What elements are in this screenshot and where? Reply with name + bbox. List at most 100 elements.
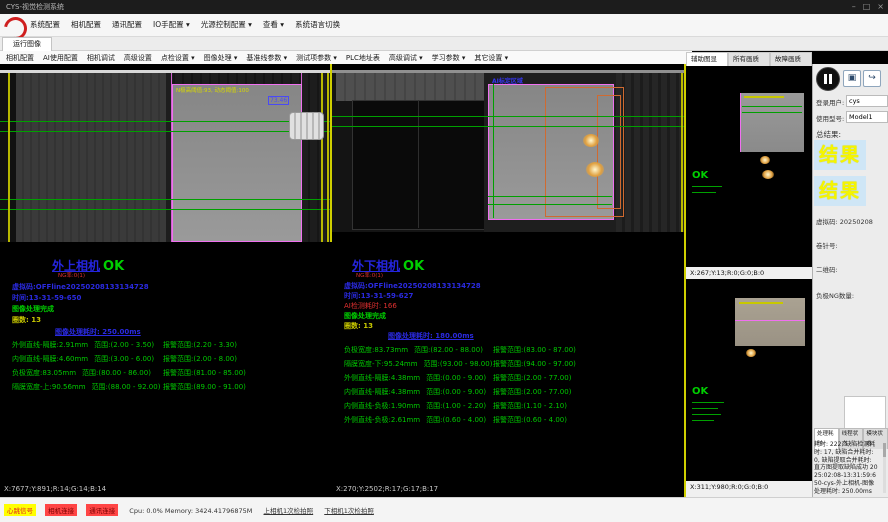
menu-items: 系统配置 相机配置 通讯配置 IO手配置 ▾ 光源控制配置 ▾ 查看 ▾ 系统语…: [30, 14, 351, 36]
left-proc-time: 图像处理耗时: 250.00ms: [55, 327, 141, 337]
upper-camera-trigger-link[interactable]: 上相机1次检拍照: [264, 505, 314, 515]
reflection-spot: [760, 156, 770, 164]
left-pixel-coords: X:7677;Y:891;R:14;G:14;B:14: [4, 485, 106, 493]
comm-connection-badge: 通讯连接: [86, 504, 118, 516]
menu-system-config[interactable]: 系统配置: [30, 14, 60, 36]
alarm-range: 报警范围:(0.60 - 4.00): [493, 415, 567, 425]
log-scrollbar[interactable]: [883, 441, 886, 493]
measurement-row: 外侧直线-负极:2.61mm范围:(0.60 - 4.00): [344, 415, 486, 425]
reflection-spot: [746, 349, 756, 357]
pause-icon: [824, 74, 827, 84]
measurement-row: 隔膜宽度-上:90.56mm范围:(88.00 - 92.00): [12, 382, 160, 392]
middle-done-status: 图像处理完成: [344, 311, 386, 321]
reference-line: [321, 73, 323, 242]
maximize-icon[interactable]: □: [863, 0, 871, 14]
measurement-row: 外侧直线-隔膜:2.91mm范围:(2.00 - 3.50): [12, 340, 154, 350]
middle-camera-image[interactable]: AI标定区域: [332, 70, 684, 232]
result-text-line: [692, 186, 722, 187]
measure-line: [0, 121, 330, 122]
model-label: 使用型号:: [816, 113, 844, 123]
scrollbar-thumb[interactable]: [883, 443, 886, 457]
machine-cavity: [352, 100, 486, 230]
app-window: CYS-视觉检测系统 –□× 系统配置 相机配置 通讯配置 IO手配置 ▾ 光源…: [0, 0, 888, 522]
left-ng-note: NG率:0(1): [58, 271, 85, 279]
alarm-range: 报警范围:(1.10 - 2.10): [493, 401, 567, 411]
window-controls: –□ ×: [845, 0, 884, 14]
middle-barcode: 虚拟码:OFFline20250208133134728: [344, 281, 481, 291]
ng-count-value-box: [844, 396, 886, 432]
menu-camera-config[interactable]: 相机配置: [71, 14, 101, 36]
middle-ai-time: AI检测耗时: 166: [344, 301, 397, 311]
machine-background: [16, 73, 166, 242]
result-text-line: [692, 414, 721, 415]
tab-fault-images[interactable]: 故障画质图: [770, 52, 812, 66]
result-text-line: [692, 408, 718, 409]
barcode-value: 20250208: [840, 218, 873, 226]
menu-language-switch[interactable]: 系统语言切换: [295, 14, 340, 36]
reference-line: [327, 73, 329, 242]
reflection-spot: [583, 134, 599, 147]
left-done-status: 图像处理完成: [12, 304, 54, 314]
ai-roi-label: AI标定区域: [492, 76, 523, 85]
measure-line: [0, 199, 330, 200]
title-bar: CYS-视觉检测系统 –□×: [0, 0, 888, 14]
ng-count-label: 负极NG数量:: [816, 290, 854, 300]
alarm-range: 报警范围:(94.00 - 97.00): [493, 359, 576, 369]
login-user-field[interactable]: cys: [846, 95, 888, 107]
result-text-line: [692, 420, 714, 421]
menu-light-config[interactable]: 光源控制配置 ▾: [201, 14, 252, 36]
machine-edge: [418, 100, 419, 228]
aux-bottom-pixel-coords: X:311;Y:980;R:0;G:0;B:0: [686, 481, 816, 497]
heartbeat-status-badge: 心跳信号: [4, 504, 36, 516]
tab-aux-display[interactable]: 辅助图显示: [686, 52, 728, 66]
pause-button[interactable]: [816, 67, 840, 91]
alarm-range: 报警范围:(81.00 - 85.00): [163, 368, 246, 378]
tab-all-images[interactable]: 所有画质图: [728, 52, 770, 66]
menu-view[interactable]: 查看 ▾: [263, 14, 284, 36]
status-bar: 心跳信号 相机连接 通讯连接 Cpu: 0.0% Memory: 3424.41…: [0, 497, 888, 522]
measure-line: [0, 209, 330, 210]
aux-top-ok-status: OK: [692, 170, 708, 181]
threshold-annotation: N极高阈值:93, 动态阈值:100: [176, 86, 249, 94]
machine-background: [336, 73, 492, 101]
menu-io-config[interactable]: IO手配置 ▾: [153, 14, 190, 36]
aux-camera-view-top[interactable]: OK: [686, 66, 812, 267]
model-field[interactable]: Model1: [846, 111, 888, 123]
aux-camera-view-bottom[interactable]: OK: [686, 279, 812, 481]
camera-capture-button[interactable]: ▣: [843, 70, 861, 87]
menu-comm-config[interactable]: 通讯配置: [112, 14, 142, 36]
barcode-label: 虚拟码: 20250208: [816, 216, 873, 226]
minimize-icon[interactable]: –: [852, 0, 856, 14]
close-icon[interactable]: ×: [877, 0, 884, 14]
edge-line: [735, 320, 805, 321]
left-camera-image[interactable]: N极高阈值:93, 动态阈值:100 73.46: [0, 70, 330, 242]
measurement-row: 负极宽度:83.05mm范围:(80.00 - 86.00): [12, 368, 151, 378]
measure-line: [488, 196, 612, 197]
result-badge-top: 结果: [814, 140, 866, 170]
connector-part: [289, 112, 324, 140]
reflection-spot: [762, 170, 774, 179]
alarm-range: 报警范围:(2.00 - 77.00): [493, 373, 571, 383]
camera-icon: ▣: [848, 73, 857, 83]
measure-line-vertical: [493, 84, 494, 218]
alarm-range: 报警范围:(2.00 - 8.00): [163, 354, 237, 364]
measurement-row: 外侧直线-隔膜:4.38mm范围:(0.00 - 9.00): [344, 373, 486, 383]
measure-line: [488, 204, 612, 205]
annotation-mark: [739, 302, 783, 304]
measure-line: [332, 126, 684, 127]
reference-line: [8, 73, 10, 242]
product-thumbnail: [735, 298, 805, 346]
ai-roi-box-inner: [597, 95, 621, 209]
result-text-line: [692, 192, 716, 193]
logout-button[interactable]: ↪: [863, 70, 881, 87]
logout-arrow-icon: ↪: [868, 73, 876, 83]
pause-icon: [829, 74, 832, 84]
aux-bottom-ok-status: OK: [692, 386, 708, 397]
measure-line: [332, 116, 684, 117]
middle-proc-time: 图像处理耗时: 180.00ms: [388, 331, 474, 341]
tab-run-image[interactable]: 运行图像: [2, 37, 52, 51]
lower-camera-trigger-link[interactable]: 下相机1次检拍照: [324, 505, 374, 515]
qr-code-label: 二维码:: [816, 264, 838, 274]
reference-line: [681, 73, 683, 232]
middle-ng-note: NG率:0(1): [356, 271, 383, 279]
